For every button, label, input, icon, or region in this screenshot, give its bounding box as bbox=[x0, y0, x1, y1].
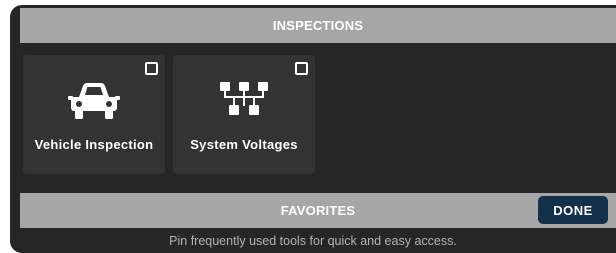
inspections-title: INSPECTIONS bbox=[272, 18, 364, 33]
favorites-header: FAVORITES DONE bbox=[20, 193, 616, 228]
tools-panel: INSPECTIONS Vehicle Inspection System Vo… bbox=[10, 5, 616, 253]
network-tree-icon bbox=[173, 79, 315, 121]
vehicle-inspection-checkbox[interactable] bbox=[145, 62, 158, 75]
car-icon bbox=[23, 79, 165, 121]
favorites-title: FAVORITES bbox=[280, 203, 356, 218]
inspections-header: INSPECTIONS bbox=[20, 8, 616, 43]
done-button[interactable]: DONE bbox=[538, 196, 608, 224]
system-voltages-checkbox[interactable] bbox=[295, 62, 308, 75]
favorites-hint: Pin frequently used tools for quick and … bbox=[169, 234, 457, 248]
tile-vehicle-inspection[interactable]: Vehicle Inspection bbox=[23, 55, 165, 174]
system-voltages-label: System Voltages bbox=[190, 137, 298, 152]
vehicle-inspection-label: Vehicle Inspection bbox=[34, 137, 154, 152]
inspection-tiles: Vehicle Inspection System Voltages bbox=[23, 55, 315, 174]
tile-system-voltages[interactable]: System Voltages bbox=[173, 55, 315, 174]
